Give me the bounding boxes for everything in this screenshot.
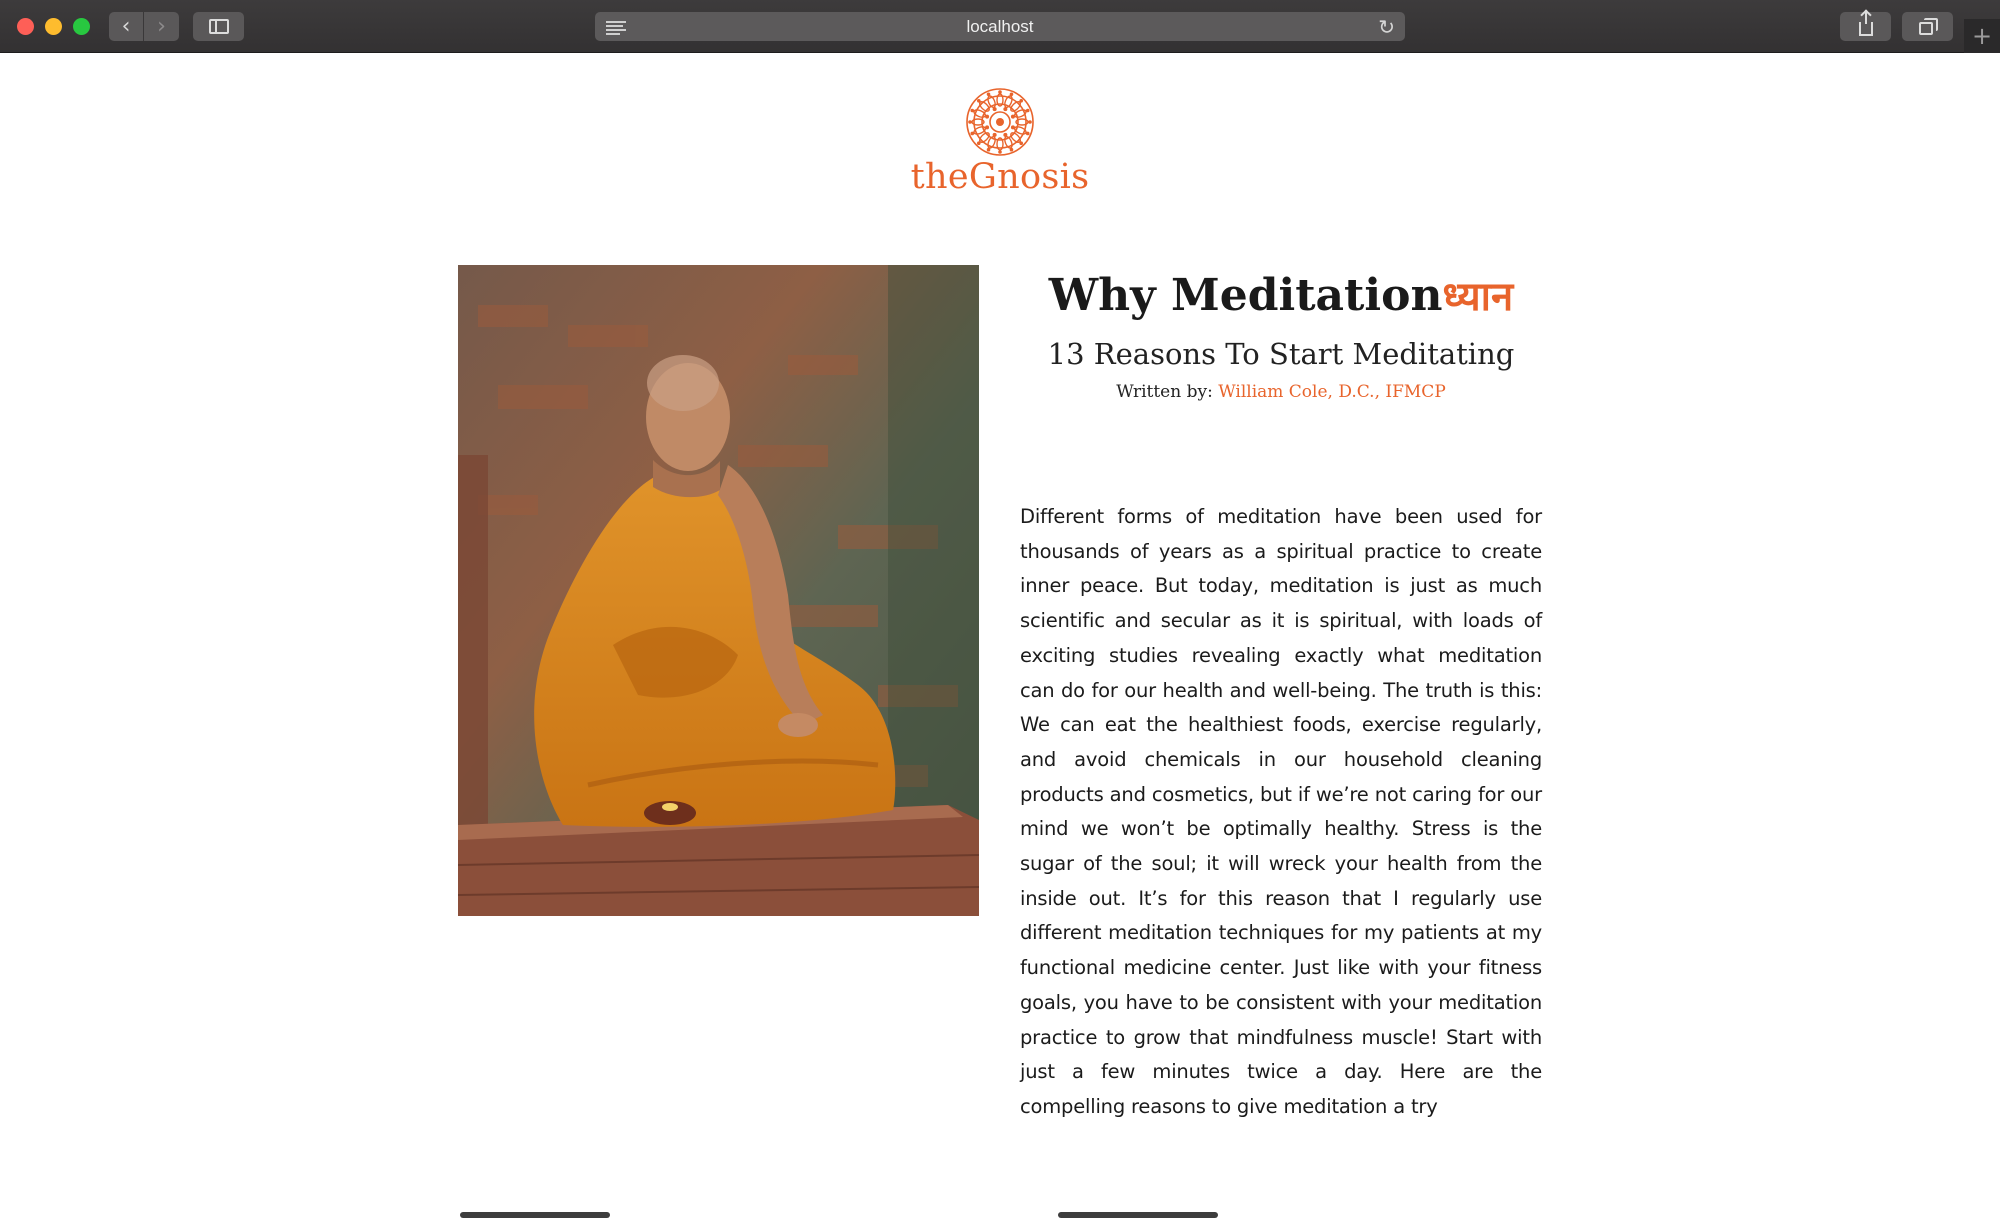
author-link[interactable]: William Cole, D.C., IFMCP <box>1218 382 1446 402</box>
article-header: Why Meditationध्यान 13 Reasons To Start … <box>1020 265 1542 402</box>
zoom-window-button[interactable] <box>73 18 90 35</box>
article-title: Why Meditationध्यान <box>1020 265 1542 328</box>
minimize-window-button[interactable] <box>45 18 62 35</box>
byline-label: Written by: <box>1116 382 1213 402</box>
plus-icon: + <box>1971 22 1993 50</box>
sidebar-icon <box>208 19 229 34</box>
new-tab-button[interactable]: + <box>1964 19 2000 53</box>
close-window-button[interactable] <box>17 18 34 35</box>
brand-name[interactable]: theGnosis <box>0 157 2000 197</box>
share-button[interactable] <box>1840 12 1891 41</box>
mandala-logo-icon[interactable] <box>964 86 1036 158</box>
meditating-monk-photo <box>458 265 979 916</box>
reload-icon[interactable]: ↻ <box>1378 16 1395 38</box>
byline: Written by: William Cole, D.C., IFMCP <box>1020 382 1542 402</box>
article-subtitle: 13 Reasons To Start Meditating <box>1047 337 1515 371</box>
title-accent: ध्यान <box>1442 274 1514 320</box>
tabs-icon <box>1919 17 1938 35</box>
show-tabs-button[interactable] <box>1902 12 1953 41</box>
share-icon <box>1858 12 1873 36</box>
browser-toolbar: ‹ › localhost ↻ + <box>0 0 2000 53</box>
url-text: localhost <box>966 16 1034 36</box>
navigation-buttons: ‹ › <box>109 12 179 41</box>
forward-button[interactable]: › <box>144 12 179 41</box>
article-body: Different forms of meditation have been … <box>1020 505 1542 1118</box>
back-button[interactable]: ‹ <box>109 12 144 41</box>
next-section-heading-peek <box>458 1208 1542 1218</box>
reader-icon[interactable] <box>606 21 626 35</box>
chevron-right-icon: › <box>157 13 166 39</box>
address-bar[interactable]: localhost ↻ <box>595 12 1405 41</box>
sidebar-toggle-button[interactable] <box>193 12 244 41</box>
title-text: Why Meditation <box>1048 270 1443 321</box>
chevron-left-icon: ‹ <box>121 13 131 39</box>
